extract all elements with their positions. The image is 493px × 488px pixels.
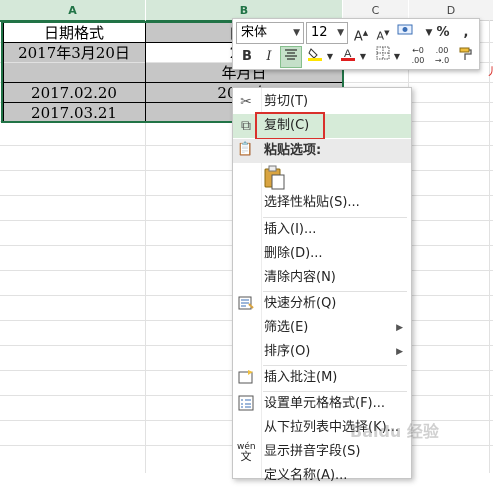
font-size-select[interactable]: 12 ▼ [306,22,348,44]
paste-options-header: 📋 粘贴选项: [233,139,411,163]
font-name-select[interactable]: 宋体 ▼ [236,22,304,44]
cell-a4[interactable]: 2017.02.20 [3,83,145,102]
currency-format-icon[interactable] [394,22,416,44]
menu-item-insert[interactable]: 插入(I)... [233,218,411,242]
chevron-down-icon: ▼ [337,28,344,38]
decrease-font-icon[interactable]: A▼ [372,22,394,44]
menu-item-label: 剪切(T) [264,94,309,109]
phonetic-icon: wén 文 [237,442,256,463]
menu-item-label: 清除内容(N) [264,270,336,285]
menu-item-label: 排序(O) [264,344,311,359]
menu-item-label: 插入(I)... [264,222,317,237]
red-marker: 丿 [486,65,493,78]
menu-item-label: 显示拼音字段(S) [264,444,361,459]
format-painter-icon[interactable] [455,46,477,68]
watermark-text: Baidu 经验 [350,422,439,441]
menu-item-paste-special[interactable]: 选择性粘贴(S)... [233,191,411,215]
menu-item-cut[interactable]: ✂ 剪切(T) [233,90,411,114]
menu-item-filter[interactable]: 筛选(E) ▶ [233,316,411,340]
increase-decimal-icon[interactable]: ←0.00 [407,46,429,68]
fill-color-icon[interactable] [304,46,326,68]
menu-item-delete[interactable]: 删除(D)... [233,242,411,266]
scissors-icon: ✂ [240,94,252,110]
chevron-down-icon[interactable]: ▼ [324,46,336,68]
align-center-icon[interactable] [280,46,302,68]
submenu-arrow-icon: ▶ [396,323,403,333]
menu-item-format-cells[interactable]: 设置单元格格式(F)... [233,392,411,416]
cell-a1[interactable]: 日期格式 [3,23,145,42]
clipboard-icon: 📋 [237,142,254,157]
italic-icon[interactable]: I [258,46,280,68]
menu-item-label: 快速分析(Q) [264,296,337,311]
menu-item-label: 筛选(E) [264,320,309,335]
font-name-value: 宋体 [241,25,268,40]
submenu-arrow-icon: ▶ [396,347,403,357]
menu-item-clear[interactable]: 清除内容(N) [233,266,411,290]
font-size-value: 12 [311,25,328,40]
menu-item-label: 插入批注(M) [264,370,338,385]
copy-icon: ⧉ [241,118,251,134]
comma-style-icon[interactable]: , [455,22,477,44]
menu-item-copy[interactable]: ⧉ 复制(C) [233,114,411,138]
paste-clipboard-icon[interactable] [263,165,287,191]
gridline [489,20,490,473]
menu-item-label: 复制(C) [264,118,310,133]
mini-toolbar: 宋体 ▼ 12 ▼ A▲ A▼ ▼ % , B I ▼ A ▼ ▼ ←0.00 … [232,18,480,70]
format-cells-icon [237,395,255,413]
menu-item-sort[interactable]: 排序(O) ▶ [233,340,411,364]
menu-item-label: 设置单元格格式(F)... [264,396,386,411]
increase-font-icon[interactable]: A▲ [350,22,372,44]
menu-item-quick-analysis[interactable]: 快速分析(Q) [233,292,411,316]
percent-style-icon[interactable]: % [432,22,454,44]
menu-item-label: 删除(D)... [264,246,323,261]
comment-icon [237,369,255,387]
cell-a5[interactable]: 2017.03.21 [3,103,145,121]
menu-item-label: 选择性粘贴(S)... [264,195,360,210]
cell-a2[interactable]: 2017年3月20日 [3,43,145,62]
chevron-down-icon[interactable]: ▼ [391,46,403,68]
menu-item-define-name[interactable]: 定义名称(A)... [233,464,411,488]
decrease-decimal-icon[interactable]: .00 →.0 [431,46,453,68]
paste-options-label: 粘贴选项: [264,143,322,158]
column-header-a[interactable]: A [0,0,145,22]
bold-icon[interactable]: B [236,46,258,68]
quick-analysis-icon [237,295,255,313]
cell-a3[interactable] [3,63,145,82]
menu-item-label: 定义名称(A)... [264,468,348,483]
chevron-down-icon: ▼ [293,28,300,38]
menu-item-insert-comment[interactable]: 插入批注(M) [233,366,411,390]
chevron-down-icon[interactable]: ▼ [357,46,369,68]
menu-item-phonetic[interactable]: wén 文 显示拼音字段(S) [233,440,411,464]
font-color-icon[interactable]: A [337,46,359,68]
